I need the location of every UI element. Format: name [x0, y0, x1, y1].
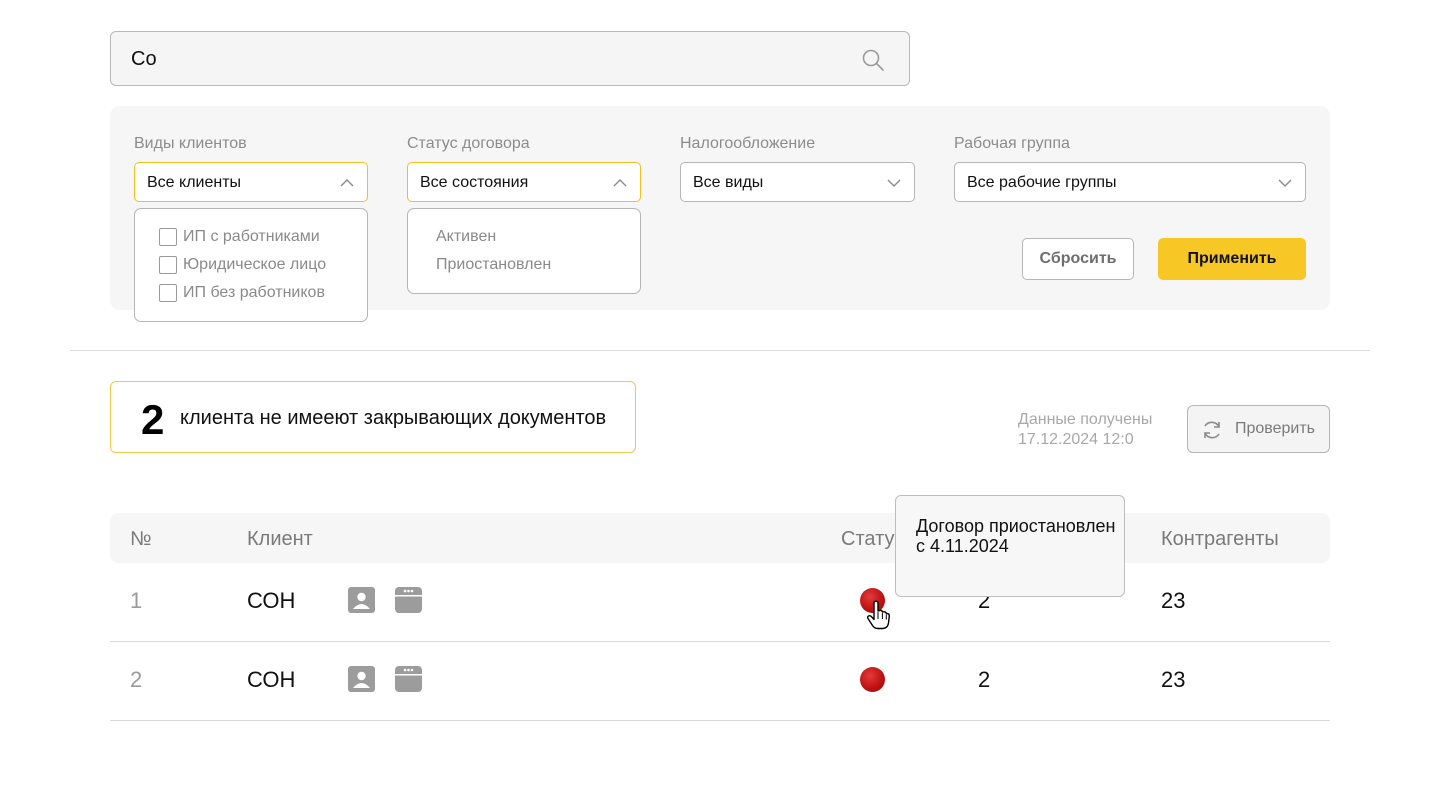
table-row[interactable]: 2 СОН 2 23: [110, 642, 1330, 721]
check-button[interactable]: Проверить: [1187, 405, 1330, 453]
chevron-down-icon: [887, 179, 901, 187]
data-updated-label: Данные получены: [1018, 411, 1153, 428]
missing-documents-alert: 2 клиента не имееют закрывающих документ…: [110, 381, 636, 453]
client-types-value: Все клиенты: [147, 174, 242, 191]
header-number[interactable]: №: [130, 528, 151, 551]
hand-cursor-icon: [866, 600, 890, 630]
browser-window-icon[interactable]: [395, 587, 422, 613]
chevron-up-icon: [613, 179, 627, 187]
alert-count: 2: [141, 396, 165, 443]
apply-button[interactable]: Применить: [1158, 238, 1306, 280]
row-number: 2: [130, 667, 143, 692]
taxation-select[interactable]: Все виды: [680, 162, 915, 202]
work-group-select[interactable]: Все рабочие группы: [954, 162, 1306, 202]
client-name[interactable]: СОН: [247, 588, 295, 614]
chevron-down-icon: [1278, 179, 1292, 187]
counterparties-count: 23: [1161, 588, 1186, 613]
reset-button[interactable]: Сбросить: [1022, 238, 1134, 280]
checkbox-legal-entity[interactable]: [159, 256, 177, 274]
taxation-label: Налогообложение: [680, 135, 816, 152]
chevron-up-icon: [340, 179, 354, 187]
option-ip-with-employees[interactable]: ИП с работниками: [183, 228, 320, 246]
checkbox-ip-without-employees[interactable]: [159, 284, 177, 302]
search-field[interactable]: [110, 31, 910, 86]
client-types-label: Виды клиентов: [134, 135, 247, 152]
tooltip-text: Договор приостановлен с 4.11.2024: [916, 516, 1116, 556]
data-updated-timestamp: 17.12.2024 12:0: [1018, 431, 1134, 448]
search-icon[interactable]: [861, 48, 885, 72]
browser-window-icon[interactable]: [395, 666, 422, 692]
contract-status-value: Все состояния: [420, 174, 529, 191]
refresh-icon: [1204, 421, 1220, 439]
contract-status-label: Статус договора: [407, 135, 530, 152]
client-name[interactable]: СОН: [247, 667, 295, 693]
table-header: № Клиент Статус Контрагенты: [110, 513, 1330, 563]
client-types-select[interactable]: Все клиенты: [134, 162, 368, 202]
data-updated-info: Данные получены 17.12.2024 12:0: [1018, 410, 1152, 450]
table-row[interactable]: 1 СОН 2 23: [110, 563, 1330, 642]
counterparties-count: 23: [1161, 667, 1186, 692]
status-tooltip: Договор приостановлен с 4.11.2024: [895, 495, 1125, 597]
contract-status-dropdown: Активен Приостановлен: [407, 208, 641, 294]
option-active[interactable]: Активен: [436, 228, 496, 246]
contact-card-icon[interactable]: [348, 666, 375, 692]
work-group-label: Рабочая группа: [954, 135, 1070, 152]
row-value: 2: [978, 667, 991, 692]
taxation-value: Все виды: [693, 174, 764, 191]
option-ip-without-employees[interactable]: ИП без работников: [183, 284, 325, 302]
status-indicator[interactable]: [860, 667, 885, 692]
option-suspended[interactable]: Приостановлен: [436, 256, 551, 274]
header-client[interactable]: Клиент: [247, 528, 313, 551]
row-number: 1: [130, 588, 143, 613]
work-group-value: Все рабочие группы: [967, 174, 1117, 191]
contract-status-select[interactable]: Все состояния: [407, 162, 641, 202]
header-counterparties[interactable]: Контрагенты: [1161, 528, 1279, 551]
alert-text: клиента не имееют закрывающих документов: [180, 407, 607, 429]
search-input[interactable]: [131, 44, 831, 74]
checkbox-ip-with-employees[interactable]: [159, 228, 177, 246]
contact-card-icon[interactable]: [348, 587, 375, 613]
divider: [70, 350, 1370, 351]
option-legal-entity[interactable]: Юридическое лицо: [183, 256, 326, 274]
check-button-label: Проверить: [1235, 420, 1316, 437]
client-types-dropdown: ИП с работниками Юридическое лицо ИП без…: [134, 208, 368, 322]
